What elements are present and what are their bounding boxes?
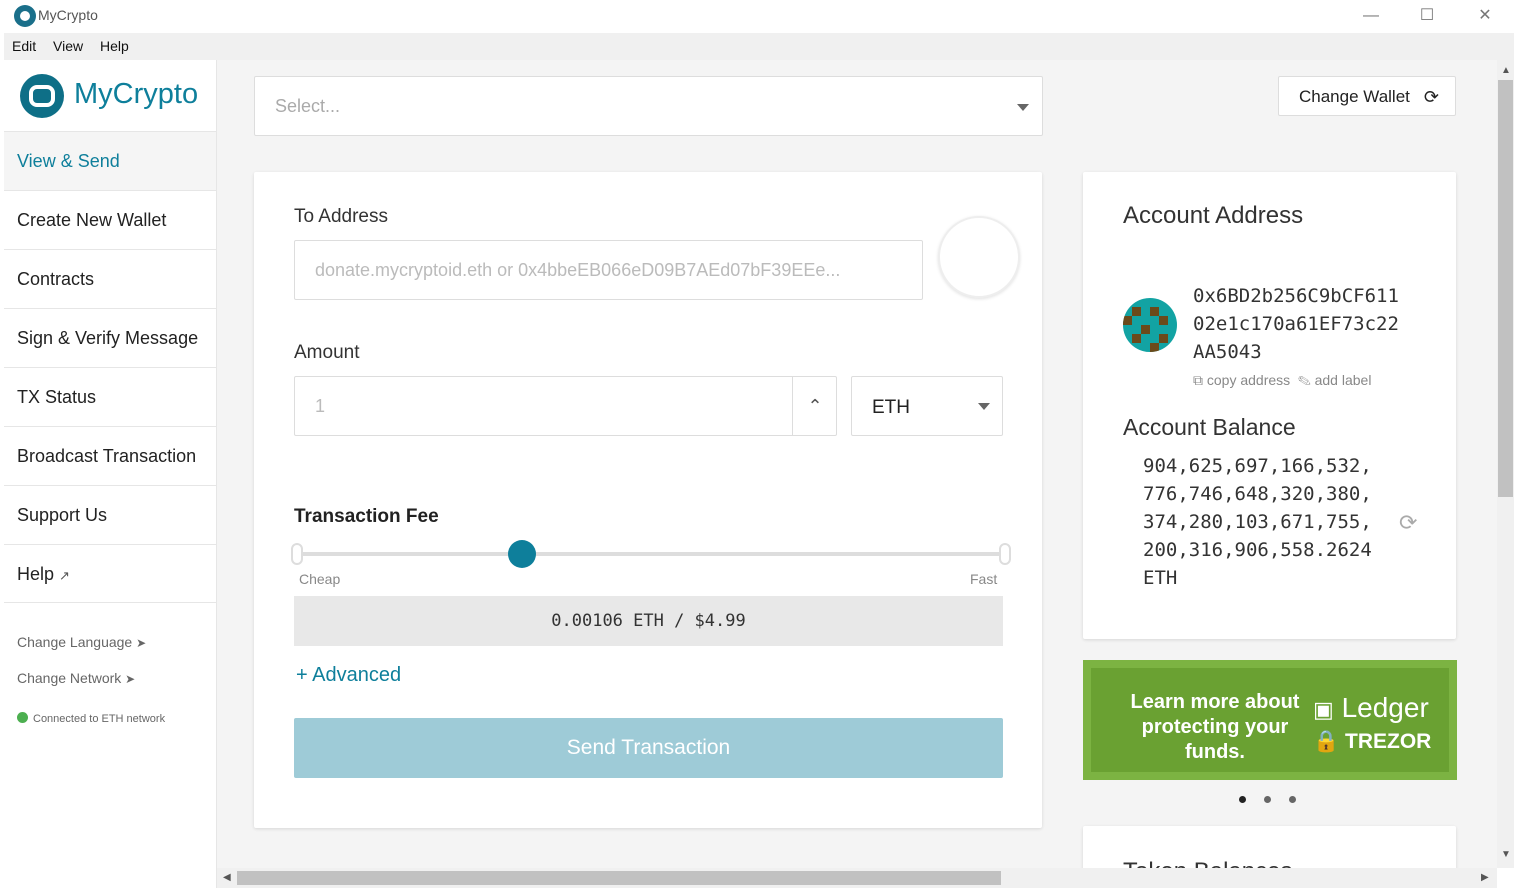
account-balance-title: Account Balance [1123,414,1296,440]
amount-placeholder: 1 [315,396,326,416]
token-balances-title: Token Balances [1123,858,1292,868]
token-balances-card: Token Balances [1083,826,1456,868]
sidebar: MyCrypto View & Send Create New Wallet C… [4,60,217,888]
address-identicon [938,216,1020,298]
main-content: Select... Change Wallet ⟳ To Address don… [217,60,1497,868]
ledger-wordmark: Ledger [1341,692,1429,723]
arrow-circle-icon: ➤ [136,636,147,650]
change-language-link[interactable]: Change Language ➤ [17,634,146,650]
change-wallet-label: Change Wallet [1299,87,1410,106]
carousel-dot-1[interactable] [1239,796,1246,803]
banner-inner: Learn more about protecting your funds. … [1091,668,1449,772]
maximize-button[interactable]: ☐ [1414,4,1440,28]
network-status: Connected to ETH network [17,712,165,725]
vertical-scrollbar[interactable]: ▲ ▼ [1497,60,1514,868]
amount-label: Amount [294,342,360,363]
carousel-dots [1239,790,1314,808]
to-address-placeholder: donate.mycryptoid.eth or 0x4bbeEB066eD09… [315,260,841,280]
menu-edit[interactable]: Edit [12,38,36,54]
refresh-balance-icon[interactable]: ⟳ [1399,510,1417,536]
scroll-right-icon[interactable]: ▶ [1481,872,1489,883]
account-info-card: Account Address 0x6BD2b256C9bCF61102e1c1… [1083,172,1456,639]
fee-slider-handle[interactable] [508,540,536,568]
sidebar-item-help-label: Help [17,564,55,584]
menu-bar: Edit View Help [4,33,1514,61]
lock-icon: 🔒 [1313,730,1340,753]
ledger-icon: ▣ [1313,697,1334,722]
ledger-logo: ▣ Ledger [1313,692,1429,724]
account-address: 0x6BD2b256C9bCF61102e1c170a61EF73c22AA50… [1193,285,1399,363]
window-title: MyCrypto [38,7,98,23]
close-button[interactable]: ✕ [1472,4,1498,28]
change-wallet-button[interactable]: Change Wallet ⟳ [1278,76,1456,116]
scroll-left-icon[interactable]: ◀ [223,872,231,883]
to-address-input[interactable]: donate.mycryptoid.eth or 0x4bbeEB066eD09… [294,240,923,300]
account-address-title: Account Address [1123,202,1304,229]
refresh-icon: ⟳ [1423,87,1439,107]
amount-input[interactable]: 1 ⌃ [294,376,837,436]
sidebar-item-sign-verify[interactable]: Sign & Verify Message [4,308,216,367]
fee-value: 0.00106 ETH / $4.99 [294,596,1003,646]
sidebar-item-help[interactable]: Help ↗ [4,544,216,603]
pencil-icon: ✎ [1297,372,1311,388]
change-network-link[interactable]: Change Network ➤ [17,670,135,686]
account-identicon [1123,298,1177,352]
sidebar-item-tx-status[interactable]: TX Status [4,367,216,426]
title-bar: MyCrypto — ☐ ✕ [4,0,1514,32]
chevron-down-icon [1017,104,1029,111]
sidebar-item-view-send[interactable]: View & Send [4,131,216,190]
carousel-dot-2[interactable] [1264,796,1271,803]
unit-select[interactable]: ETH [851,376,1003,436]
horizontal-scrollbar[interactable]: ◀ ▶ [217,868,1497,888]
sidebar-item-broadcast[interactable]: Broadcast Transaction [4,426,216,485]
account-balance: 904,625,697,166,532,776,746,648,320,380,… [1143,455,1372,589]
arrow-circle-icon: ➤ [125,672,136,686]
trezor-wordmark: TREZOR [1345,730,1432,753]
menu-help[interactable]: Help [100,38,129,54]
sidebar-nav: View & Send Create New Wallet Contracts … [4,131,216,603]
to-address-label: To Address [294,206,388,227]
fee-slider-max [999,543,1011,565]
hardware-wallet-banner[interactable]: Learn more about protecting your funds. … [1083,660,1457,780]
mycrypto-logo-icon [20,74,64,118]
vertical-scroll-thumb[interactable] [1498,80,1513,497]
status-dot-icon [17,712,28,723]
copy-icon: ⧉ [1193,372,1203,388]
account-actions: ⧉ copy address ✎ add label [1193,372,1371,389]
scroll-up-icon[interactable]: ▲ [1501,65,1511,76]
send-transaction-card: To Address donate.mycryptoid.eth or 0x4b… [254,172,1042,828]
fee-cheap-label: Cheap [299,571,341,587]
unit-value: ETH [872,397,910,418]
brand-name: MyCrypto [74,78,199,110]
banner-text: Learn more about protecting your funds. [1130,691,1300,763]
advanced-toggle[interactable]: + Advanced [296,664,401,687]
network-status-text: Connected to ETH network [33,713,166,725]
copy-address-link[interactable]: copy address [1207,372,1290,388]
trezor-logo: 🔒 TREZOR [1313,730,1431,754]
send-transaction-button[interactable]: Send Transaction [294,718,1003,778]
sidebar-item-support[interactable]: Support Us [4,485,216,544]
fee-slider-min [291,543,303,565]
wallet-select-placeholder: Select... [275,96,341,116]
change-language-label: Change Language [17,634,133,650]
menu-view[interactable]: View [53,38,83,54]
sidebar-item-contracts[interactable]: Contracts [4,249,216,308]
horizontal-scroll-thumb[interactable] [237,871,1001,885]
external-link-icon: ↗ [59,568,70,583]
send-everything-button[interactable]: ⌃ [792,377,837,435]
change-network-label: Change Network [17,670,122,686]
fee-fast-label: Fast [970,571,998,587]
app-logo-icon [14,5,36,27]
fee-slider-track[interactable] [296,552,1006,556]
wallet-select[interactable]: Select... [254,76,1043,136]
add-label-link[interactable]: add label [1315,372,1372,388]
carousel-dot-3[interactable] [1289,796,1296,803]
minimize-button[interactable]: — [1358,4,1384,28]
transaction-fee-label: Transaction Fee [294,506,439,527]
sidebar-item-create-wallet[interactable]: Create New Wallet [4,190,216,249]
chevron-down-icon [978,403,990,410]
scroll-down-icon[interactable]: ▼ [1501,849,1511,860]
